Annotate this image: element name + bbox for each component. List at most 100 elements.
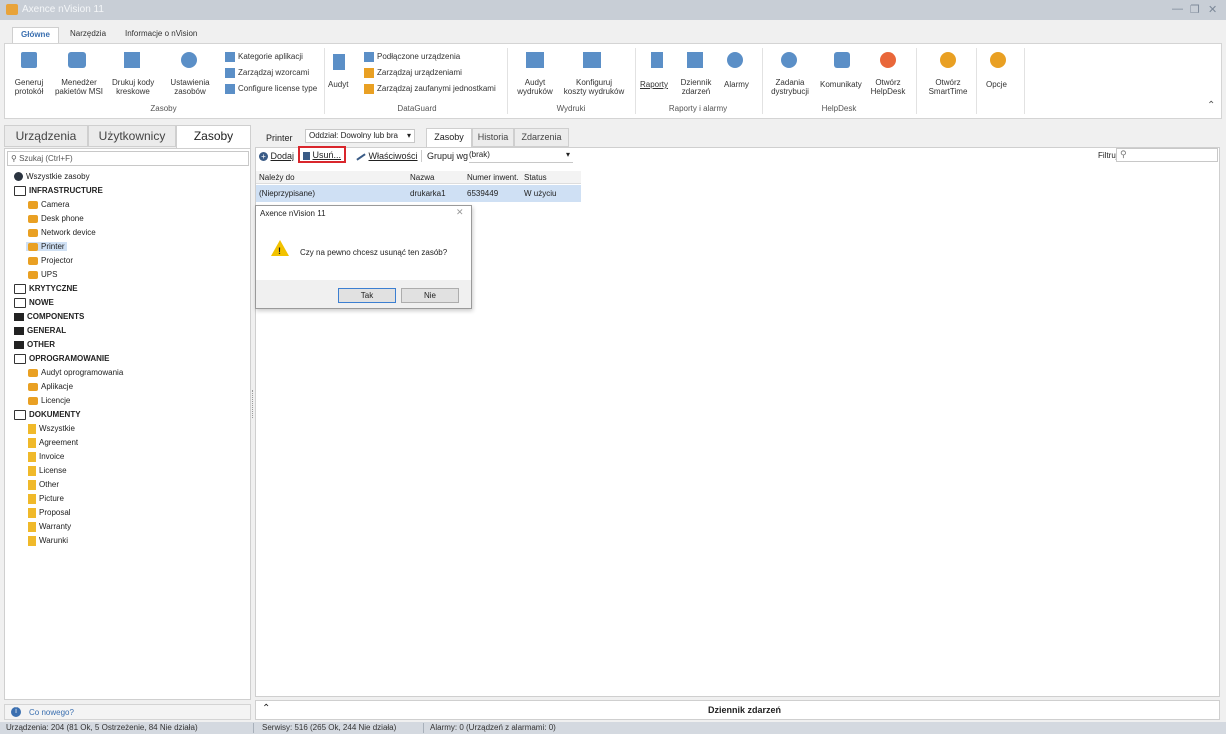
tree-item[interactable]: Desk phone: [26, 214, 86, 223]
opcje-button[interactable]: [990, 52, 1006, 68]
tree-item[interactable]: UPS: [26, 270, 59, 279]
tree-item[interactable]: Wszystkie: [26, 424, 77, 434]
zarzadzaj-wzorcami-button[interactable]: Zarządzaj wzorcami: [225, 68, 309, 78]
tree-item[interactable]: Invoice: [26, 452, 66, 462]
col-header-name[interactable]: Nazwa: [410, 173, 434, 182]
tree-item[interactable]: Picture: [26, 494, 66, 504]
info-icon: i: [11, 707, 21, 717]
drukuj-kody-button[interactable]: [124, 52, 140, 68]
audyt-wydrukow-button[interactable]: [526, 52, 544, 68]
branch-filter-value: Oddział: Dowolny lub bra: [309, 131, 398, 140]
tab-content-zasoby[interactable]: Zasoby: [426, 128, 472, 148]
kategorie-aplikacji-button[interactable]: Kategorie aplikacji: [225, 52, 303, 62]
tree-item-label: Aplikacje: [41, 382, 74, 391]
ustawienia-zasobow-button[interactable]: [181, 52, 197, 68]
tree-item[interactable]: OPROGRAMOWANIE: [12, 354, 111, 364]
col-header-owner[interactable]: Należy do: [259, 173, 295, 182]
col-header-inventory[interactable]: Numer inwent.: [467, 173, 519, 182]
alarmy-label: Alarmy: [724, 80, 749, 89]
tree-item[interactable]: GENERAL: [12, 326, 68, 335]
expand-log-icon[interactable]: ⌃: [262, 703, 270, 714]
no-button[interactable]: Nie: [401, 288, 459, 303]
col-header-status[interactable]: Status: [524, 173, 547, 182]
generuj-protokol-button[interactable]: [16, 52, 42, 68]
tree-item[interactable]: Wszystkie zasoby: [12, 172, 92, 182]
opcje-label: Opcje: [986, 80, 1007, 89]
tree-item[interactable]: OTHER: [12, 340, 57, 349]
tree-item[interactable]: Licencje: [26, 396, 72, 405]
filter-input[interactable]: ⚲: [1116, 148, 1218, 162]
podlaczone-urzadzenia-button[interactable]: Podłączone urządzenia: [364, 52, 460, 62]
ribbon-tab-glowne[interactable]: Główne: [12, 27, 59, 44]
tree-item[interactable]: Printer: [26, 242, 67, 251]
branch-filter-dropdown[interactable]: Oddział: Dowolny lub bra ▾: [305, 129, 415, 143]
tree-item[interactable]: Agreement: [26, 438, 80, 448]
collapse-ribbon-icon[interactable]: ⌃: [1207, 100, 1215, 111]
connected-devices-icon: [364, 52, 374, 62]
tree-item[interactable]: Proposal: [26, 508, 73, 518]
splitter-grip[interactable]: [252, 390, 255, 418]
tab-uzytkownicy[interactable]: Użytkownicy: [88, 125, 176, 147]
tree-item-label: Audyt oprogramowania: [41, 368, 124, 377]
yes-button[interactable]: Tak: [338, 288, 396, 303]
delete-button[interactable]: Usuń...: [298, 146, 346, 163]
minimize-icon[interactable]: —: [1172, 3, 1183, 15]
tab-historia[interactable]: Historia: [472, 128, 514, 147]
tree-item[interactable]: KRYTYCZNE: [12, 284, 80, 294]
tree-item[interactable]: Camera: [26, 200, 71, 209]
zarzadzaj-urzadzeniami-button[interactable]: Zarządzaj urządzeniami: [364, 68, 462, 78]
tree-item[interactable]: NOWE: [12, 298, 56, 308]
tree-item[interactable]: DOKUMENTY: [12, 410, 83, 420]
tree-item[interactable]: Warranty: [26, 522, 73, 532]
tree-item[interactable]: License: [26, 466, 69, 476]
konfiguruj-koszty-label: Konfiguruj koszty wydruków: [563, 78, 625, 96]
search-input[interactable]: ⚲ Szukaj (Ctrl+F): [7, 151, 249, 166]
restore-icon[interactable]: ❐: [1190, 3, 1200, 16]
tree-item[interactable]: INFRASTRUCTURE: [12, 186, 105, 196]
otworz-smarttime-button[interactable]: [940, 52, 956, 68]
alarmy-button[interactable]: [727, 52, 743, 68]
tree-item[interactable]: Audyt oprogramowania: [26, 368, 125, 377]
usb-audit-icon: [333, 54, 345, 70]
status-separator: [253, 723, 254, 733]
tab-urzadzenia[interactable]: Urządzenia: [4, 125, 88, 147]
dialog-close-icon[interactable]: ✕: [456, 207, 464, 218]
zarzadzaj-zaufanymi-button[interactable]: Zarządzaj zaufanymi jednostkami: [364, 84, 496, 94]
document-icon: [28, 508, 36, 518]
group-by-dropdown[interactable]: (brak) ▾: [469, 149, 573, 163]
dziennik-zdarzen-button[interactable]: [687, 52, 703, 68]
whats-new-bar[interactable]: i Co nowego?: [4, 704, 251, 720]
tree-item[interactable]: Other: [26, 480, 61, 490]
tree-item-label: Invoice: [39, 452, 65, 462]
tree-item[interactable]: Projector: [26, 256, 75, 265]
tree-item-label: Camera: [41, 200, 70, 209]
configure-license-button[interactable]: Configure license type: [225, 84, 317, 94]
event-log-icon: [687, 52, 703, 68]
tree-item-label: Other: [39, 480, 60, 490]
audyt-dataguard-label: Audyt: [328, 80, 349, 89]
add-button[interactable]: + Dodaj: [259, 151, 294, 162]
tree-item[interactable]: Network device: [26, 228, 98, 237]
tree-item[interactable]: Aplikacje: [26, 382, 75, 391]
raporty-button[interactable]: [651, 52, 663, 68]
menedzer-msi-button[interactable]: [68, 52, 86, 68]
close-icon[interactable]: ✕: [1208, 3, 1217, 16]
audyt-dataguard-button[interactable]: [333, 54, 345, 70]
ribbon-tab-informacje[interactable]: Informacje o nVision: [125, 29, 197, 43]
properties-button[interactable]: Właściwości: [356, 151, 418, 161]
whats-new-link[interactable]: Co nowego?: [29, 708, 74, 717]
zadania-dystrybucji-label: Zadania dystrybucji: [771, 78, 809, 96]
table-row[interactable]: (Nieprzypisane) drukarka1 6539449 W użyc…: [256, 185, 581, 202]
tab-zasoby[interactable]: Zasoby: [176, 125, 251, 149]
ribbon-tab-narzedzia[interactable]: Narzędzia: [70, 29, 106, 43]
tree-item-label: Wszystkie: [39, 424, 75, 434]
audyt-wydrukow-label: Audyt wydruków: [517, 78, 553, 96]
konfiguruj-koszty-button[interactable]: [583, 52, 601, 68]
tree-item[interactable]: Warunki: [26, 536, 70, 546]
zadania-dystrybucji-button[interactable]: [781, 52, 797, 68]
otworz-helpdesk-button[interactable]: [880, 52, 896, 68]
tab-zdarzenia[interactable]: Zdarzenia: [514, 128, 569, 147]
tree-item[interactable]: COMPONENTS: [12, 312, 86, 321]
drukuj-kody-label: Drukuj kody kreskowe: [112, 78, 155, 96]
komunikaty-button[interactable]: [834, 52, 850, 68]
